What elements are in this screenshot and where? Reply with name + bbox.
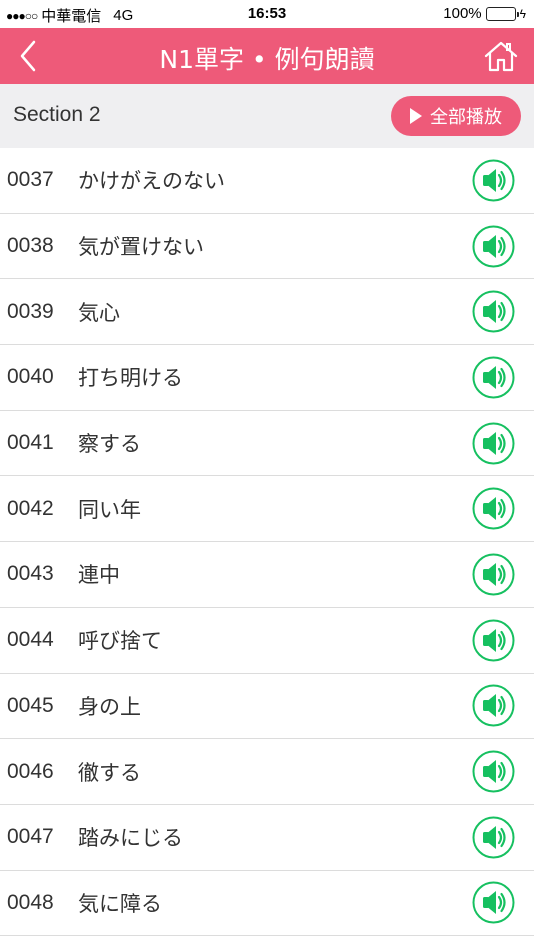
item-number: 0047: [7, 825, 54, 849]
item-number: 0041: [7, 431, 54, 455]
battery-icon: [485, 6, 519, 21]
play-audio-button[interactable]: [472, 881, 515, 924]
word-list: 0037 かけがえのない 0038 気が置けない 0039 気心 0040 打ち…: [0, 148, 534, 937]
item-word: 気が置けない: [78, 235, 204, 260]
speaker-icon: [472, 816, 515, 859]
page-title: N1單字 • 例句朗讀: [159, 45, 375, 74]
speaker-icon: [472, 619, 515, 662]
speaker-icon: [472, 487, 515, 530]
back-button[interactable]: [14, 38, 44, 74]
list-item[interactable]: 0047 踏みにじる: [0, 805, 534, 871]
play-audio-button[interactable]: [472, 290, 515, 333]
battery-percent: 100%: [443, 5, 482, 22]
speaker-icon: [472, 422, 515, 465]
speaker-icon: [472, 750, 515, 793]
list-item[interactable]: 0039 気心: [0, 279, 534, 346]
status-right: 100% ϟ: [443, 5, 526, 22]
speaker-icon: [472, 881, 515, 924]
item-word: 徹する: [78, 760, 141, 785]
charging-icon: ϟ: [519, 6, 526, 21]
play-audio-button[interactable]: [472, 225, 515, 268]
chevron-left-icon: [20, 40, 36, 72]
item-word: 同い年: [78, 497, 141, 522]
list-item[interactable]: 0040 打ち明ける: [0, 345, 534, 411]
play-audio-button[interactable]: [472, 750, 515, 793]
item-number: 0046: [7, 759, 54, 783]
speaker-icon: [472, 225, 515, 268]
item-number: 0039: [7, 299, 54, 323]
play-audio-button[interactable]: [472, 816, 515, 859]
item-word: 気に障る: [78, 891, 162, 916]
item-word: 打ち明ける: [78, 366, 183, 391]
list-item[interactable]: 0042 同い年: [0, 476, 534, 543]
home-button[interactable]: [484, 40, 518, 72]
section-title: Section 2: [13, 103, 101, 126]
item-number: 0042: [7, 496, 54, 520]
list-item[interactable]: 0038 気が置けない: [0, 214, 534, 280]
play-audio-button[interactable]: [472, 619, 515, 662]
play-audio-button[interactable]: [472, 356, 515, 399]
item-word: 連中: [78, 563, 120, 588]
speaker-icon: [472, 553, 515, 596]
list-item[interactable]: 0037 かけがえのない: [0, 148, 534, 214]
list-item[interactable]: 0048 気に障る: [0, 871, 534, 937]
item-word: 身の上: [78, 694, 141, 719]
play-all-button[interactable]: 全部播放: [391, 96, 521, 136]
item-word: 察する: [78, 432, 141, 457]
list-item[interactable]: 0046 徹する: [0, 739, 534, 805]
play-icon: [410, 108, 422, 124]
item-number: 0048: [7, 890, 54, 914]
play-audio-button[interactable]: [472, 684, 515, 727]
play-all-label: 全部播放: [430, 107, 502, 128]
list-item[interactable]: 0045 身の上: [0, 674, 534, 740]
item-word: 気心: [78, 300, 120, 325]
item-word: 呼び捨て: [78, 629, 162, 654]
item-number: 0037: [7, 168, 54, 192]
play-audio-button[interactable]: [472, 159, 515, 202]
speaker-icon: [472, 159, 515, 202]
play-audio-button[interactable]: [472, 487, 515, 530]
list-item[interactable]: 0043 連中: [0, 542, 534, 608]
section-header: Section 2 全部播放: [0, 84, 534, 148]
list-item[interactable]: 0044 呼び捨て: [0, 608, 534, 674]
item-number: 0040: [7, 365, 54, 389]
play-audio-button[interactable]: [472, 553, 515, 596]
item-number: 0045: [7, 693, 54, 717]
speaker-icon: [472, 684, 515, 727]
speaker-icon: [472, 290, 515, 333]
item-word: かけがえのない: [78, 169, 225, 194]
item-number: 0044: [7, 628, 54, 652]
home-icon: [484, 41, 518, 72]
list-item[interactable]: 0041 察する: [0, 411, 534, 477]
item-word: 踏みにじる: [78, 826, 183, 851]
play-audio-button[interactable]: [472, 422, 515, 465]
nav-bar: N1單字 • 例句朗讀: [0, 28, 534, 84]
speaker-icon: [472, 356, 515, 399]
item-number: 0038: [7, 234, 54, 258]
status-bar: ●●●○○ 中華電信 4G 16:53 100% ϟ: [0, 0, 534, 28]
item-number: 0043: [7, 562, 54, 586]
